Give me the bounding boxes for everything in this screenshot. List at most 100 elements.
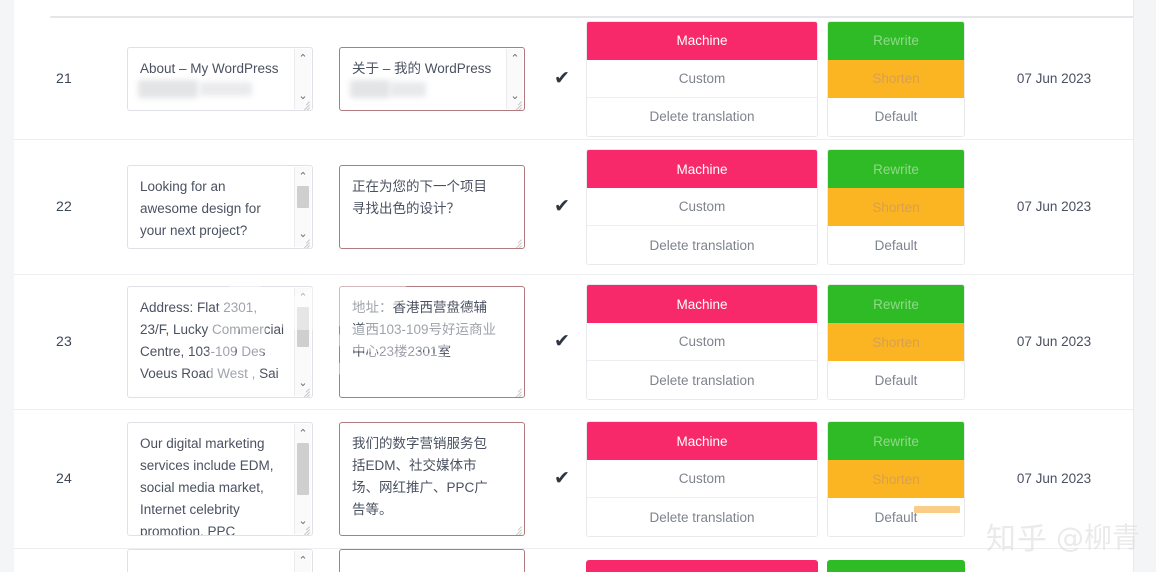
scrollbar-track[interactable]: [295, 68, 311, 88]
rewrite-cell: [818, 560, 974, 572]
actions-cell: Machine Custom Delete translation: [586, 20, 818, 137]
custom-translate-button[interactable]: Custom: [587, 323, 817, 361]
scrollbar-thumb[interactable]: [297, 186, 309, 208]
machine-translate-button[interactable]: Machine: [587, 21, 817, 60]
translation-textarea[interactable]: 关于 – 我的 WordPress ⌃ ⌄: [339, 46, 525, 111]
default-button[interactable]: Default: [828, 361, 964, 399]
delete-translation-button[interactable]: Delete translation: [587, 97, 817, 136]
rewrite-cell: Rewrite Shorten Default: [818, 284, 974, 400]
shorten-button[interactable]: Shorten: [828, 188, 964, 226]
scroll-up-icon[interactable]: ⌃: [510, 51, 519, 68]
rewrite-button[interactable]: [827, 560, 965, 572]
rewrite-cell: Rewrite Shorten Default: [818, 421, 974, 537]
actions-cell: [586, 560, 818, 572]
default-button[interactable]: Default: [828, 97, 964, 136]
actions-cell: Machine Custom Delete translation: [586, 421, 818, 537]
row-number-cell: 22: [14, 198, 114, 216]
translation-text-cell: 地址：香港西营盘德辅道西103-109号好运商业中心23楼2301室: [326, 286, 538, 398]
source-textarea-wrap: Our digital marketing services include E…: [127, 422, 313, 536]
date-text: 07 Jun 2023: [1016, 334, 1092, 349]
scroll-up-icon[interactable]: ⌃: [298, 169, 307, 186]
row-number: 22: [56, 198, 72, 214]
source-textarea[interactable]: Our digital marketing services include E…: [127, 422, 313, 536]
resize-grip-icon[interactable]: [298, 97, 310, 110]
scroll-up-icon[interactable]: ⌃: [298, 51, 307, 68]
status-cell: ✔: [538, 69, 586, 89]
translation-text-cell: 关于 – 我的 WordPress ⌃ ⌄: [326, 46, 538, 111]
translation-textarea-wrap: 关于 – 我的 WordPress ⌃ ⌄: [339, 46, 525, 111]
resize-grip-icon[interactable]: [510, 235, 522, 248]
scrollbar-thumb[interactable]: [297, 307, 309, 347]
machine-translate-button[interactable]: Machine: [587, 285, 817, 323]
scrollbar-thumb[interactable]: [297, 443, 309, 495]
action-button-group: [586, 560, 818, 572]
translation-textarea[interactable]: 我们的数字营销服务包括EDM、社交媒体市场、网红推广、PPC广告等。: [339, 422, 525, 536]
custom-translate-button[interactable]: Custom: [587, 188, 817, 226]
translation-textarea-wrap: 我们的数字营销服务包括EDM、社交媒体市场、网红推广、PPC广告等。: [339, 422, 525, 536]
translation-textarea[interactable]: 地址：香港西营盘德辅道西103-109号好运商业中心23楼2301室: [339, 286, 525, 398]
scrollbar-track[interactable]: [507, 68, 523, 88]
resize-grip-icon[interactable]: [510, 384, 522, 397]
resize-grip-icon[interactable]: [298, 384, 310, 397]
resize-grip-icon[interactable]: [298, 522, 310, 535]
default-button[interactable]: Default: [828, 226, 964, 264]
row-number-cell: 21: [14, 70, 114, 88]
action-button-group: Machine Custom Delete translation: [586, 20, 818, 137]
delete-translation-button[interactable]: Delete translation: [587, 498, 817, 536]
source-text-cell: Address: Flat 2301, 23/F, Lucky Commerci…: [114, 286, 326, 398]
delete-translation-button[interactable]: Delete translation: [587, 226, 817, 264]
shorten-button[interactable]: Shorten: [828, 323, 964, 361]
resize-grip-icon[interactable]: [510, 522, 522, 535]
rewrite-button[interactable]: Rewrite: [828, 150, 964, 188]
date-text: 07 Jun 2023: [1016, 199, 1092, 214]
machine-translate-button[interactable]: Machine: [587, 150, 817, 188]
rewrite-button-group: Rewrite Shorten Default: [827, 284, 965, 400]
delete-translation-button[interactable]: Delete translation: [587, 361, 817, 399]
rewrite-button[interactable]: Rewrite: [828, 422, 964, 460]
translation-textarea[interactable]: [339, 549, 525, 572]
custom-translate-button[interactable]: Custom: [587, 59, 817, 98]
source-scrollbar[interactable]: ⌃ ⌄: [294, 288, 311, 396]
translation-text: 关于 – 我的 WordPress: [352, 60, 492, 76]
source-textarea-wrap: ⌃: [127, 549, 313, 572]
source-textarea-wrap: About – My WordPress ⌃ ⌄: [127, 46, 313, 111]
scrollbar-track[interactable]: [295, 307, 311, 375]
rewrite-button[interactable]: Rewrite: [828, 21, 964, 60]
scroll-up-icon[interactable]: ⌃: [298, 553, 307, 570]
source-scrollbar[interactable]: ⌃: [294, 551, 311, 572]
translation-textarea-wrap: 地址：香港西营盘德辅道西103-109号好运商业中心23楼2301室: [339, 286, 525, 398]
translation-text-cell: 我们的数字营销服务包括EDM、社交媒体市场、网红推广、PPC广告等。: [326, 422, 538, 536]
date-text: 07 Jun 2023: [1016, 70, 1092, 86]
resize-grip-icon[interactable]: [510, 97, 522, 110]
scroll-up-icon[interactable]: ⌃: [298, 426, 307, 443]
table-row-partial: ⌃: [14, 549, 1133, 572]
scroll-up-icon[interactable]: ⌃: [298, 290, 307, 307]
source-textarea[interactable]: Address: Flat 2301, 23/F, Lucky Commerci…: [127, 286, 313, 398]
source-textarea[interactable]: About – My WordPress ⌃ ⌄: [127, 46, 313, 111]
source-scrollbar[interactable]: ⌃ ⌄: [294, 424, 311, 534]
scrollbar-track[interactable]: [295, 443, 311, 513]
source-textarea[interactable]: Looking for an awesome design for your n…: [127, 165, 313, 249]
status-cell: ✔: [538, 197, 586, 217]
default-button[interactable]: Default: [828, 498, 964, 536]
machine-translate-button[interactable]: Machine: [587, 422, 817, 460]
shorten-button[interactable]: Shorten: [828, 460, 964, 498]
rewrite-cell: Rewrite Shorten Default: [818, 20, 974, 137]
source-textarea[interactable]: ⌃: [127, 549, 313, 572]
custom-translate-button[interactable]: Custom: [587, 460, 817, 498]
machine-translate-button[interactable]: [586, 560, 818, 572]
scrollbar-track[interactable]: [295, 186, 311, 226]
source-text: Our digital marketing services include E…: [140, 436, 274, 536]
resize-grip-icon[interactable]: [298, 235, 310, 248]
source-text: Looking for an awesome design for your n…: [140, 179, 261, 238]
translation-textarea[interactable]: 正在为您的下一个项目寻找出色的设计？: [339, 165, 525, 249]
rewrite-button[interactable]: Rewrite: [828, 285, 964, 323]
rewrite-button-group: [827, 560, 965, 572]
translations-table: 21 About – My WordPress ⌃ ⌄ 关于 – 我的 Word…: [14, 18, 1133, 572]
action-button-group: Machine Custom Delete translation: [586, 149, 818, 265]
rewrite-button-group: Rewrite Shorten Default: [827, 421, 965, 537]
row-number: 23: [56, 333, 72, 349]
shorten-button[interactable]: Shorten: [828, 59, 964, 98]
rewrite-cell: Rewrite Shorten Default: [818, 149, 974, 265]
actions-cell: Machine Custom Delete translation: [586, 284, 818, 400]
